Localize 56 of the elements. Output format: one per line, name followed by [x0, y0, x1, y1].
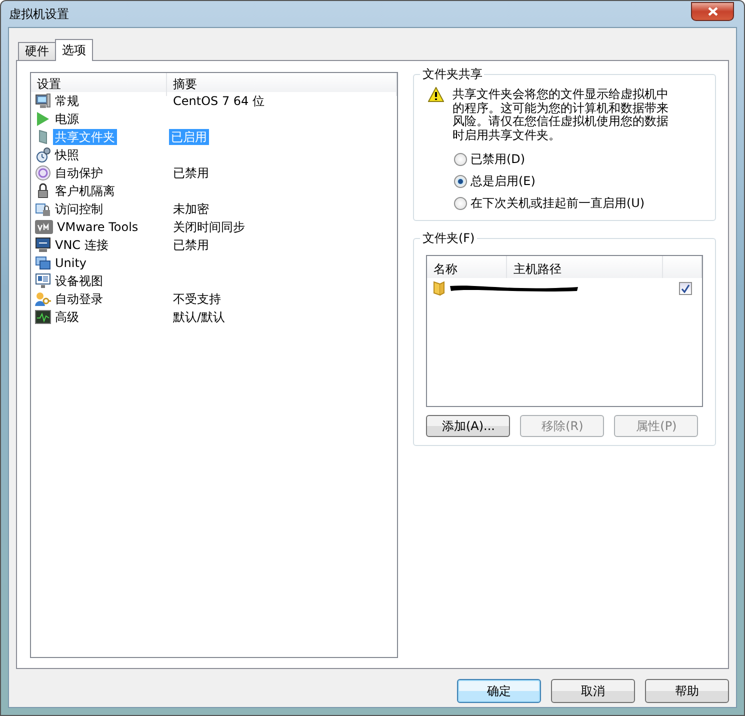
radio-option[interactable]: 已禁用(D) — [454, 150, 707, 168]
chart-icon — [35, 309, 51, 325]
setting-summary: 未加密 — [172, 201, 210, 217]
dialog-button[interactable]: 确定 — [457, 679, 541, 703]
setting-item[interactable]: 常规 — [53, 93, 81, 109]
close-button[interactable] — [691, 2, 734, 20]
setting-item[interactable]: 快照 — [53, 147, 81, 163]
warning-icon — [428, 87, 444, 102]
lock-window-icon — [35, 201, 51, 217]
play-icon — [35, 111, 51, 127]
setting-summary: 不受支持 — [172, 291, 222, 307]
setting-item[interactable]: 客户机隔离 — [53, 183, 117, 199]
setting-item[interactable]: VMware Tools — [55, 219, 140, 235]
setting-summary: 已禁用 — [172, 237, 210, 253]
setting-item[interactable]: 设备视图 — [53, 273, 105, 289]
setting-summary: 关闭时间同步 — [172, 219, 246, 235]
clock-icon — [35, 165, 51, 181]
folder-icon — [433, 280, 446, 296]
warning-text: 共享文件夹会将您的文件显示给虚拟机中的程序。这可能为您的计算机和数据带来风险。请仅在您信任虚拟机使用您的数据时启用共享文件夹。 — [452, 88, 670, 142]
group-title: 文件夹共享 — [420, 67, 484, 82]
setting-item[interactable]: Unity — [53, 255, 89, 271]
column-header[interactable]: 主机路径 — [507, 256, 664, 278]
tab[interactable]: 硬件 — [18, 42, 56, 60]
group-title: 文件夹(F) — [420, 231, 477, 246]
setting-summary: 默认/默认 — [172, 309, 226, 325]
monitor-icon — [35, 237, 51, 253]
monitor-icon — [35, 93, 51, 109]
radio-button[interactable] — [454, 152, 468, 166]
checkbox[interactable] — [679, 282, 692, 294]
setting-summary: 已禁用 — [172, 165, 210, 181]
setting-item[interactable]: VNC 连接 — [53, 237, 110, 253]
column-header[interactable]: 名称 — [427, 256, 508, 278]
windows-icon — [35, 255, 51, 271]
column-header[interactable]: 摘要 — [167, 73, 398, 96]
monitor-icon — [35, 273, 51, 289]
setting-summary: CentOS 7 64 位 — [172, 93, 266, 109]
radio-button[interactable] — [454, 174, 468, 188]
setting-item[interactable]: 高级 — [53, 309, 81, 325]
user-key-icon — [35, 291, 51, 307]
radio-option[interactable]: 总是启用(E) — [454, 172, 707, 190]
window-title: 虚拟机设置 — [8, 6, 70, 22]
close-icon — [708, 6, 718, 16]
setting-item[interactable]: 访问控制 — [53, 201, 105, 217]
folder-icon — [39, 130, 47, 144]
setting-summary: 已启用 — [169, 129, 209, 145]
dialog-button[interactable]: 帮助 — [645, 679, 729, 703]
dialog-button[interactable]: 取消 — [551, 679, 635, 703]
vm-icon — [35, 219, 53, 235]
folder-action-button[interactable]: 添加(A)... — [426, 415, 510, 437]
tab[interactable]: 选项 — [55, 39, 93, 61]
radio-button[interactable] — [454, 196, 468, 210]
setting-item[interactable]: 自动登录 — [53, 291, 105, 307]
setting-item[interactable]: 自动保护 — [53, 165, 105, 181]
radio-option[interactable]: 在下次关机或挂起前一直启用(U) — [454, 194, 707, 212]
padlock-icon — [35, 183, 51, 199]
setting-item[interactable]: 电源 — [53, 111, 81, 127]
